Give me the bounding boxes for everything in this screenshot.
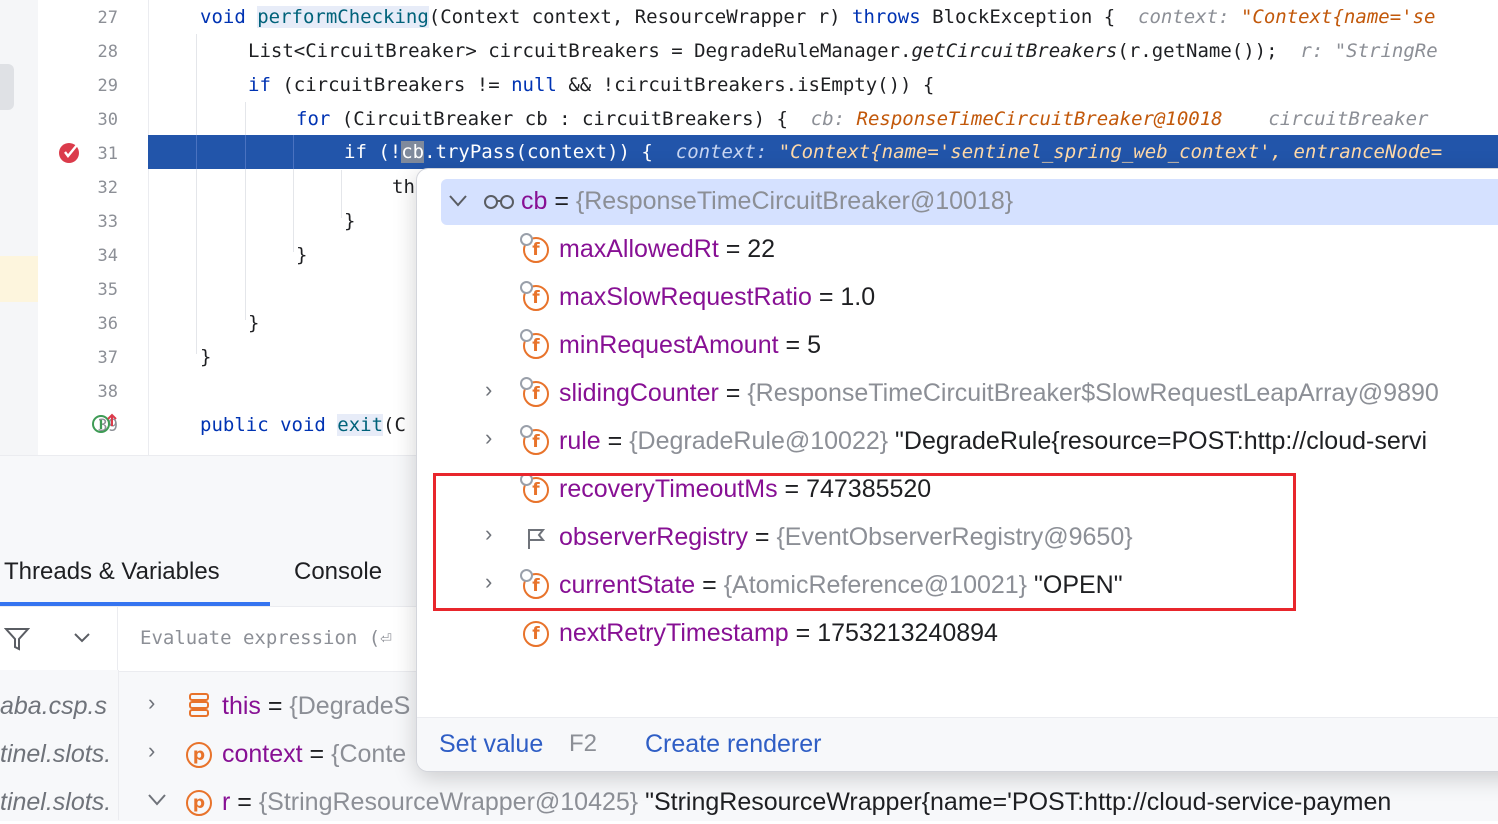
indent-guide (196, 135, 197, 169)
chevron-right-icon[interactable]: › (485, 377, 492, 403)
strip-highlight (0, 256, 38, 302)
code-line-37[interactable]: } (200, 340, 211, 374)
execution-point-line[interactable]: if (!cb.tryPass(context)) { context: "Co… (148, 135, 1498, 169)
line-number: 35 (97, 280, 118, 300)
line-number: 32 (97, 178, 118, 198)
debug-value-popup[interactable]: cb = {ResponseTimeCircuitBreaker@10018} … (416, 168, 1498, 772)
create-renderer-link[interactable]: Create renderer (645, 730, 821, 759)
field-icon: f (520, 281, 549, 311)
code-line-34[interactable]: } (296, 238, 307, 272)
line-number: 27 (97, 8, 118, 28)
indent-guide (245, 135, 246, 169)
chevron-right-icon[interactable]: › (148, 690, 155, 716)
code-line-29[interactable]: if (circuitBreakers != null && !circuitB… (248, 68, 934, 102)
field-minRequestAmount[interactable]: minRequestAmount = 5 (559, 323, 821, 367)
line-number: 31 (97, 144, 118, 164)
chevron-right-icon[interactable]: › (148, 738, 155, 764)
breakpoint-icon[interactable] (58, 140, 82, 164)
frame-item[interactable]: aba.csp.s (0, 684, 118, 728)
field-rule[interactable]: rule = {DegradeRule@10022} "DegradeRule{… (559, 419, 1427, 463)
implements-icon[interactable]: I (92, 412, 118, 434)
set-value-link[interactable]: Set value (439, 730, 543, 759)
field-maxAllowedRt[interactable]: maxAllowedRt = 22 (559, 227, 775, 271)
final-lock-icon (520, 425, 533, 438)
field-icon: f (520, 329, 549, 359)
final-lock-icon (520, 281, 533, 294)
code-line-33[interactable]: } (344, 204, 355, 238)
shortcut-hint: F2 (569, 730, 598, 757)
line-number: 37 (97, 348, 118, 368)
final-lock-icon (520, 233, 533, 246)
tab-threads-variables[interactable]: Threads & Variables (4, 552, 220, 592)
code-line-27[interactable]: void performChecking(Context context, Re… (200, 0, 1435, 34)
toolbar-divider (117, 607, 118, 671)
line-number: 38 (97, 382, 118, 402)
svg-text:I: I (99, 418, 103, 432)
indent-guide (341, 170, 342, 218)
chevron-down-icon[interactable] (447, 193, 469, 209)
field-icon: f (520, 233, 549, 263)
code-line-39[interactable]: public void exit(C (200, 408, 406, 442)
tab-console[interactable]: Console (294, 552, 382, 592)
field-icon: f (520, 425, 549, 455)
final-lock-icon (520, 377, 533, 390)
indent-guide (293, 135, 294, 169)
left-tool-strip (0, 0, 38, 455)
field-icon: f (520, 377, 549, 407)
final-lock-icon (520, 329, 533, 342)
glasses-icon (484, 195, 514, 209)
field-nextRetryTimestamp[interactable]: nextRetryTimestamp = 1753213240894 (559, 611, 998, 655)
field-maxSlowRequestRatio[interactable]: maxSlowRequestRatio = 1.0 (559, 275, 875, 319)
param-icon: p (186, 790, 212, 816)
variable-this[interactable]: this = {DegradeS (222, 684, 410, 728)
code-line-28[interactable]: List<CircuitBreaker> circuitBreakers = D… (248, 34, 1438, 68)
line-number: 30 (97, 110, 118, 130)
popup-header-value: cb = {ResponseTimeCircuitBreaker@10018} (521, 187, 1014, 215)
code-line-30[interactable]: for (CircuitBreaker cb : circuitBreakers… (296, 102, 1428, 136)
indent-guide (196, 34, 197, 354)
chevron-down-icon[interactable] (72, 631, 92, 645)
filter-icon[interactable] (4, 627, 30, 651)
code-line-32[interactable]: th (392, 170, 415, 204)
frame-item[interactable]: tinel.slots. (0, 780, 118, 824)
popup-footer: Set value F2 Create renderer (417, 717, 1498, 771)
line-number: 34 (97, 246, 118, 266)
line-number: 33 (97, 212, 118, 232)
chevron-right-icon[interactable]: › (485, 425, 492, 451)
line-number: 28 (97, 42, 118, 62)
evaluate-expression-input[interactable]: Evaluate expression (⏎ (140, 627, 392, 649)
highlight-annotation-box (433, 473, 1296, 611)
chevron-down-icon[interactable] (146, 792, 168, 808)
variable-context[interactable]: context = {Conte (222, 732, 406, 776)
this-object-icon (189, 693, 209, 717)
strip-selection-marker (0, 64, 14, 110)
param-icon: p (186, 742, 212, 768)
field-icon: f (523, 621, 549, 647)
frame-item[interactable]: tinel.slots. (0, 732, 118, 776)
code-line-36[interactable]: } (248, 306, 259, 340)
field-slidingCounter[interactable]: slidingCounter = {ResponseTimeCircuitBre… (559, 371, 1439, 415)
code-line-31: if (!cb.tryPass(context)) { context: "Co… (344, 141, 1443, 163)
variable-r[interactable]: r = {StringResourceWrapper@10425} "Strin… (222, 780, 1391, 824)
line-number: 29 (97, 76, 118, 96)
line-number: 36 (97, 314, 118, 334)
line-number-gutter[interactable]: 27 28 29 30 31 32 33 34 35 36 37 38 39 (38, 0, 149, 455)
